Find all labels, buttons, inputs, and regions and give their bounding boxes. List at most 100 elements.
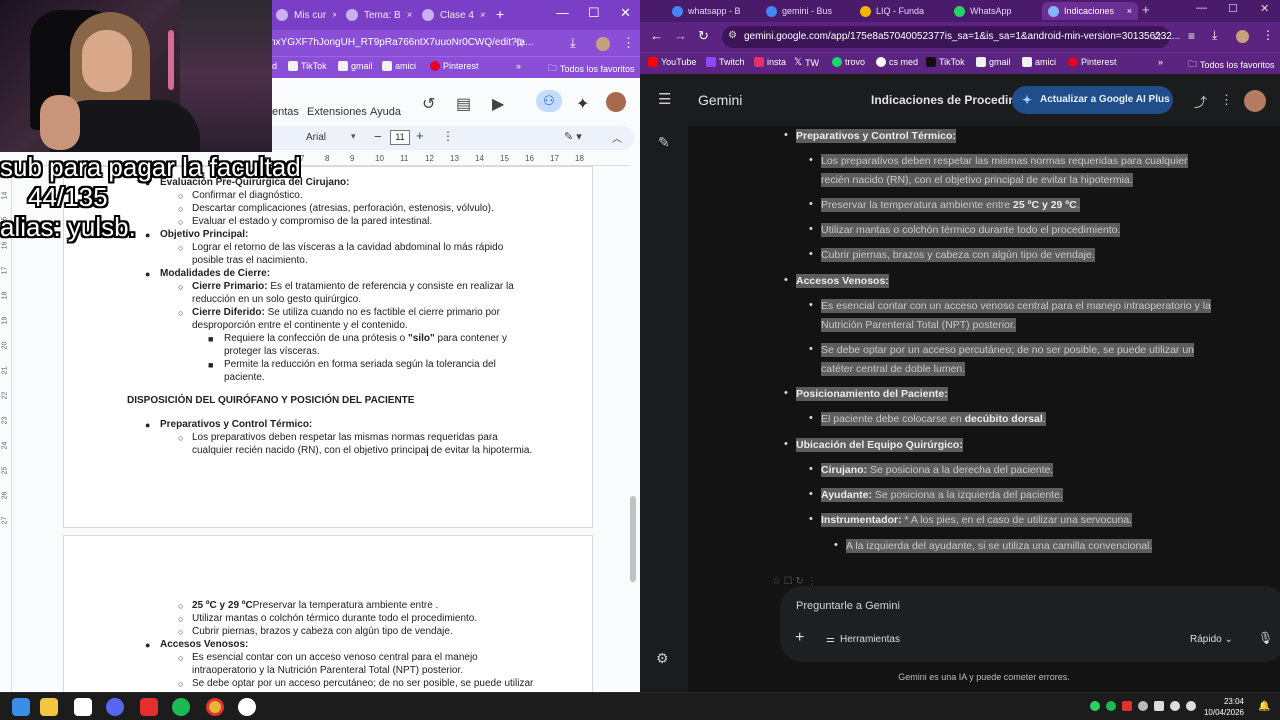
response-line[interactable]: Accesos Venosos: bbox=[796, 274, 889, 288]
chat-title[interactable]: Indicaciones de Procedimien bbox=[871, 93, 1013, 107]
file-explorer-icon[interactable] bbox=[40, 698, 58, 716]
bookmark-amici[interactable]: amici bbox=[1022, 57, 1056, 67]
bookmark-gmail[interactable]: gmail bbox=[338, 61, 373, 71]
history-icon[interactable]: ↺ bbox=[422, 94, 435, 114]
increase-font-button[interactable]: + bbox=[416, 128, 424, 143]
response-line[interactable]: Nutrición Parenteral Total (NPT) posteri… bbox=[821, 318, 1016, 332]
editing-mode-icon[interactable]: ✎ ▾ bbox=[564, 130, 582, 143]
doc-line[interactable]: Preparativos y Control Térmico: bbox=[160, 419, 312, 430]
spotify-tray-icon[interactable] bbox=[1106, 701, 1116, 711]
close-window-icon[interactable]: ✕ bbox=[620, 5, 631, 21]
url-field[interactable]: ⚙ gemini.google.com/app/175e8a5704005237… bbox=[722, 26, 1180, 48]
profile-avatar[interactable] bbox=[1236, 30, 1249, 43]
bookmark-tiktok[interactable]: TikTok bbox=[288, 61, 327, 71]
tray-app-icon[interactable] bbox=[1122, 701, 1132, 711]
site-info-icon[interactable]: ⚙ bbox=[728, 30, 737, 41]
microphone-icon[interactable]: 🎙 bbox=[1258, 631, 1273, 645]
spotify-icon[interactable] bbox=[172, 698, 190, 716]
calendar-icon[interactable] bbox=[74, 698, 92, 716]
close-icon[interactable]: × bbox=[1127, 6, 1132, 16]
bookmark-csmed[interactable]: cs med bbox=[876, 57, 918, 67]
minimize-icon[interactable]: — bbox=[1196, 2, 1207, 14]
menu-icon[interactable]: ☰ bbox=[658, 90, 671, 108]
chrome-icon[interactable] bbox=[206, 698, 224, 716]
avatar[interactable] bbox=[606, 92, 626, 112]
doc-page-2[interactable]: 25 ºC y 29 ºCPreservar la temperatura am… bbox=[63, 535, 593, 692]
scrollbar[interactable] bbox=[630, 496, 636, 582]
bookmark-trovo[interactable]: trovo bbox=[832, 57, 865, 67]
doc-line[interactable]: intraoperatorio y la Nutrición Parentera… bbox=[192, 665, 463, 676]
response-line[interactable]: Cirujano: Se posiciona a la derecha del … bbox=[821, 463, 1054, 477]
kebab-menu-icon[interactable]: ⋮ bbox=[1262, 28, 1274, 42]
response-line[interactable]: Ubicación del Equipo Quirúrgico: bbox=[796, 438, 963, 452]
chevron-down-icon[interactable]: ▾ bbox=[351, 131, 356, 142]
tools-button[interactable]: ⚌ Herramientas bbox=[826, 634, 900, 645]
more-bookmarks-icon[interactable]: » bbox=[1158, 57, 1163, 67]
doc-line[interactable]: Utilizar mantas o colchón térmico durant… bbox=[192, 613, 477, 624]
doc-line[interactable]: Se debe optar por un acceso percutáneo; … bbox=[192, 678, 533, 689]
bookmark-insta[interactable]: insta bbox=[754, 57, 786, 67]
bookmark-pinterest[interactable]: Pinterest bbox=[1068, 57, 1117, 67]
decrease-font-button[interactable]: − bbox=[374, 129, 382, 144]
meet-icon[interactable]: ▶ bbox=[492, 94, 504, 114]
new-tab-icon[interactable]: + bbox=[496, 6, 504, 22]
response-line[interactable]: catéter central de doble lumen. bbox=[821, 362, 966, 376]
response-line[interactable]: Es esencial contar con un acceso venoso … bbox=[821, 299, 1211, 313]
gemini-logo[interactable]: Gemini bbox=[698, 92, 742, 108]
doc-line[interactable]: Accesos Venosos: bbox=[160, 639, 248, 650]
download-icon[interactable]: ⤓ bbox=[570, 35, 576, 51]
minimize-icon[interactable]: — bbox=[556, 5, 569, 20]
doc-line[interactable]: reducción en un solo gesto quirúrgico. bbox=[192, 294, 361, 305]
doc-line[interactable]: Evaluar el estado y compromiso de la par… bbox=[192, 216, 432, 227]
response-line[interactable]: A la izquierda del ayudante, si se utili… bbox=[846, 539, 1153, 553]
app-red-icon[interactable] bbox=[140, 698, 158, 716]
star-icon[interactable]: ☆ bbox=[1152, 29, 1163, 43]
close-icon[interactable]: × bbox=[332, 10, 336, 21]
tab-indicaciones[interactable]: Indicaciones × bbox=[1042, 2, 1138, 20]
doc-line[interactable]: Es esencial contar con un acceso venoso … bbox=[192, 652, 478, 663]
media-icon[interactable]: ≡ bbox=[1188, 29, 1195, 43]
doc-line[interactable]: Requiere la confección de una prótesis o… bbox=[224, 333, 507, 344]
doc-line[interactable]: Los preparativos deben respetar las mism… bbox=[192, 432, 498, 443]
url-text[interactable]: nxYGXF7hJongUH_RT9pRa766ntX7uuoNr0CWQ/ed… bbox=[270, 37, 533, 48]
maximize-icon[interactable]: ☐ bbox=[588, 5, 600, 21]
more-bookmarks-icon[interactable]: » bbox=[516, 61, 521, 71]
doc-line[interactable]: Lograr el retorno de las vísceras a la c… bbox=[192, 242, 503, 253]
forward-icon[interactable]: → bbox=[674, 28, 687, 43]
bookmark-amici[interactable]: amici bbox=[382, 61, 416, 71]
doc-line[interactable]: 25 ºC y 29 ºCPreservar la temperatura am… bbox=[192, 600, 438, 611]
tab-mis-cursos[interactable]: Mis cur × bbox=[268, 4, 336, 26]
font-select[interactable]: Arial bbox=[306, 132, 326, 143]
font-size-input[interactable]: 11 bbox=[390, 130, 410, 145]
doc-line[interactable]: Cierre Diferido: Se utiliza cuando no es… bbox=[192, 307, 500, 318]
comments-icon[interactable]: ▤ bbox=[456, 94, 471, 114]
doc-line[interactable]: DISPOSICIÓN DEL QUIRÓFANO Y POSICIÓN DEL… bbox=[127, 395, 414, 406]
more-options-icon[interactable]: ⋮ bbox=[442, 129, 454, 143]
bookmark-tiktok[interactable]: TikTok bbox=[926, 57, 965, 67]
reload-icon[interactable]: ↻ bbox=[698, 28, 709, 44]
maximize-icon[interactable]: ☐ bbox=[1228, 2, 1238, 15]
bookmark-youtube[interactable]: YouTube bbox=[648, 57, 696, 67]
tab-whatsapp[interactable]: WhatsApp bbox=[948, 2, 1040, 20]
tray-app2-icon[interactable] bbox=[1138, 701, 1148, 711]
doc-line[interactable]: Objetivo Principal: bbox=[160, 229, 248, 240]
start-icon[interactable] bbox=[12, 698, 30, 716]
close-icon[interactable]: × bbox=[407, 10, 412, 21]
bookmark-pinterest[interactable]: Pinterest bbox=[430, 61, 479, 71]
bookmark-tw[interactable]: 𝕏 TW bbox=[794, 57, 819, 68]
response-line[interactable]: El paciente debe colocarse en decúbito d… bbox=[821, 412, 1046, 426]
add-icon[interactable]: + bbox=[795, 629, 804, 647]
share-icon[interactable]: ⤴ bbox=[1194, 92, 1207, 111]
bookmarks-folder[interactable]: 🗀 Todos los favoritos bbox=[1188, 57, 1275, 73]
tab-gemini-search[interactable]: gemini - Bus bbox=[760, 2, 852, 20]
tab-clase[interactable]: Clase 4 × bbox=[414, 4, 488, 26]
response-line[interactable]: Posicionamiento del Paciente: bbox=[796, 387, 948, 401]
star-icon[interactable]: ☆ bbox=[514, 35, 526, 51]
gemini-sparkle-icon[interactable]: ✦ bbox=[576, 94, 589, 114]
clock[interactable]: 23:04 10/04/2026 bbox=[1200, 696, 1244, 718]
response-line[interactable]: Se debe optar por un acceso percutáneo; … bbox=[821, 343, 1195, 357]
tab-liq[interactable]: LIQ - Funda bbox=[854, 2, 946, 20]
doc-line[interactable]: Cubrir piernas, brazos y cabeza con algú… bbox=[192, 626, 453, 637]
discord-icon[interactable] bbox=[106, 698, 124, 716]
close-icon[interactable]: × bbox=[480, 10, 486, 21]
